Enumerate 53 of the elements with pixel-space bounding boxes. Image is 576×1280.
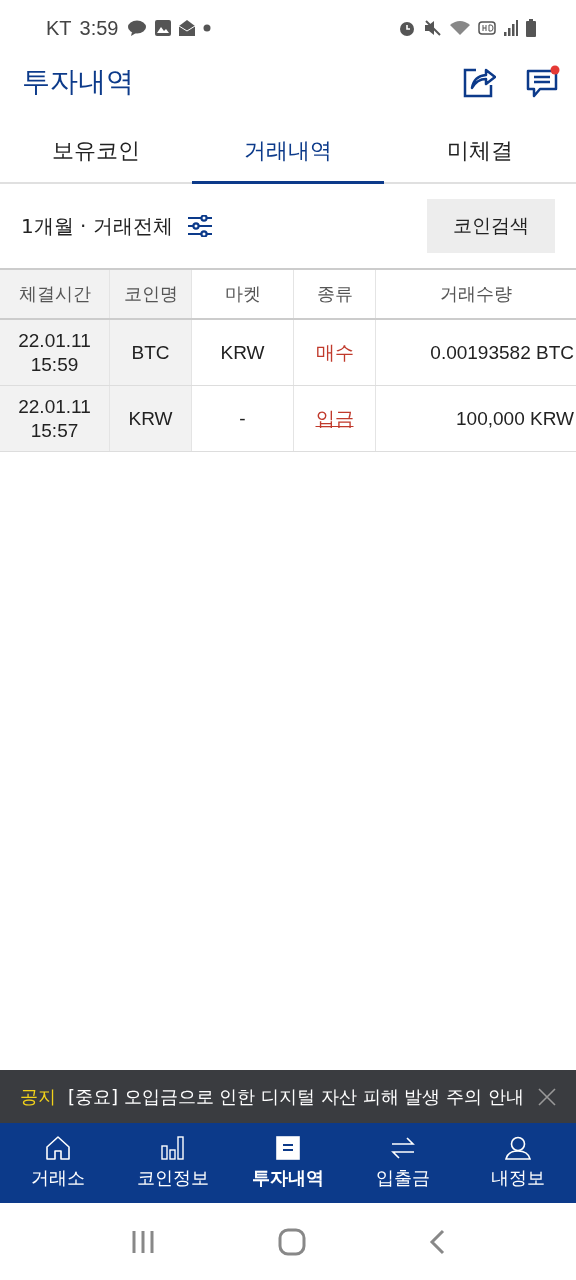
transfer-arrows-icon xyxy=(390,1136,417,1160)
table-cell: KRW xyxy=(192,320,294,385)
type-label: 매수 xyxy=(315,340,354,365)
tab[interactable]: 보유코인 xyxy=(0,120,192,184)
column-header: 종류 xyxy=(294,270,376,318)
chat-bubble-icon xyxy=(126,20,147,36)
column-header: 마켓 xyxy=(192,270,294,318)
notice-text: [중요] 오입금으로 인한 디지털 자산 피해 발생 주의 안내 xyxy=(68,1084,525,1109)
table-cell-text: 0.00193582 BTC xyxy=(429,340,575,365)
wifi-icon xyxy=(450,20,470,36)
home-icon xyxy=(44,1136,71,1160)
document-icon xyxy=(276,1136,300,1160)
type-link[interactable]: 입금 xyxy=(315,405,354,432)
table-cell: BTC xyxy=(110,320,192,385)
person-icon xyxy=(505,1136,532,1160)
table-cell: 22.01.11 15:57 xyxy=(0,386,110,451)
clock: 3:59 xyxy=(79,16,119,40)
mail-icon xyxy=(178,20,195,36)
notice-bar[interactable]: 공지 [중요] 오입금으로 인한 디지털 자산 피해 발생 주의 안내 xyxy=(0,1070,576,1123)
message-icon[interactable] xyxy=(526,65,560,99)
nav-item[interactable]: 코인정보 xyxy=(115,1123,231,1203)
table-cell: 22.01.11 15:59 xyxy=(0,320,110,385)
share-icon[interactable] xyxy=(462,66,496,98)
hd-icon xyxy=(478,21,496,35)
column-header: 체결시간 xyxy=(0,270,110,318)
column-header: 거래수량 xyxy=(439,283,513,306)
nav-item[interactable]: 투자내역 xyxy=(230,1123,346,1203)
nav-item[interactable]: 내정보 xyxy=(460,1123,576,1203)
table-cell: - xyxy=(192,386,294,451)
nav-item[interactable]: 거래소 xyxy=(0,1123,116,1203)
table-cell: KRW xyxy=(110,386,192,451)
battery-icon xyxy=(526,19,536,37)
filter-label[interactable]: 1개월 · 거래전체 xyxy=(21,212,173,240)
home-button-icon[interactable] xyxy=(278,1227,306,1256)
mute-icon xyxy=(424,19,442,37)
dot-icon xyxy=(202,24,211,32)
image-icon xyxy=(154,20,171,36)
carrier: KT xyxy=(46,16,72,40)
close-icon[interactable] xyxy=(538,1087,556,1106)
back-icon[interactable] xyxy=(428,1228,445,1255)
tab[interactable]: 미체결 xyxy=(384,120,576,184)
recent-apps-icon[interactable] xyxy=(131,1229,156,1254)
bar-chart-icon xyxy=(160,1136,185,1160)
page-title: 투자내역 xyxy=(22,64,134,100)
signal-icon xyxy=(504,20,518,36)
alarm-icon xyxy=(398,19,416,37)
notice-tag: 공지 xyxy=(20,1084,56,1109)
filter-sliders-icon[interactable] xyxy=(186,215,213,237)
coin-search-button[interactable]: 코인검색 xyxy=(427,199,555,253)
nav-item[interactable]: 입출금 xyxy=(345,1123,461,1203)
tab[interactable]: 거래내역 xyxy=(192,120,384,184)
table-cell-text: 100,000 KRW xyxy=(455,406,575,431)
column-header: 코인명 xyxy=(110,270,192,318)
